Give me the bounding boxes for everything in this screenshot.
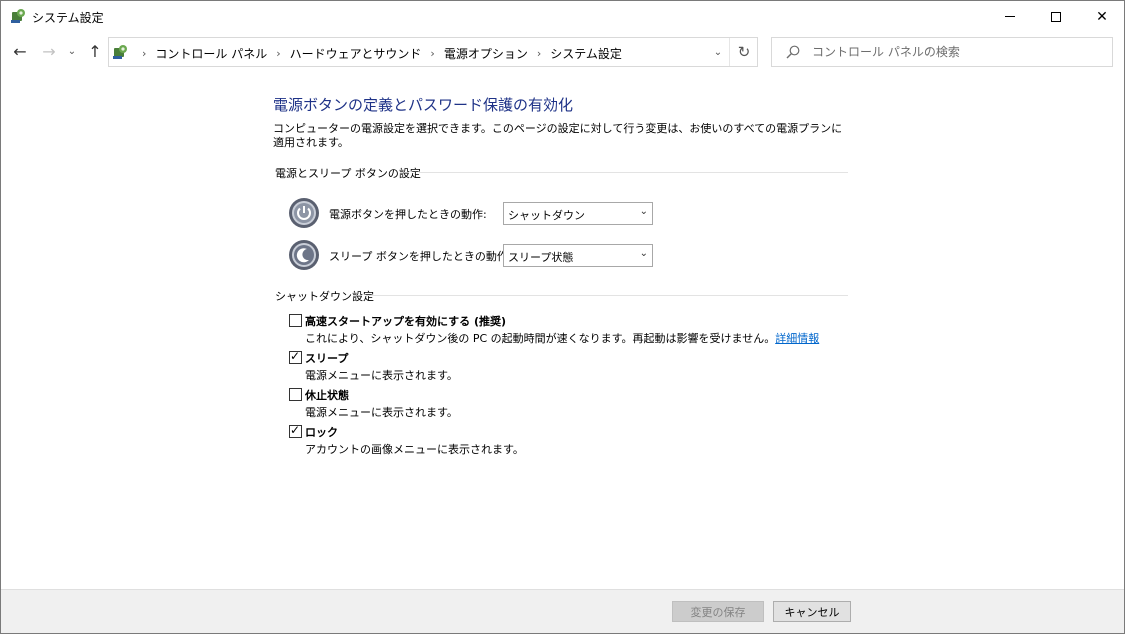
- shutdown-section-header: シャットダウン設定: [275, 288, 374, 304]
- search-icon: [786, 45, 800, 59]
- section-divider: [419, 172, 848, 173]
- checkmark-icon: ✓: [290, 349, 301, 363]
- sleep-title: スリープ: [305, 352, 349, 365]
- navigation-bar: ← → ⌄ ↑ › コントロール パネル › ハードウェアとサウンド › 電源オ…: [1, 34, 1124, 70]
- cancel-button[interactable]: キャンセル: [773, 601, 851, 622]
- page-description: コンピューターの電源設定を選択できます。このページの設定に対して行う変更は、お使…: [273, 122, 843, 149]
- up-arrow-icon: ↑: [88, 41, 102, 61]
- recent-locations-button[interactable]: ⌄: [65, 40, 79, 62]
- main-content: 電源ボタンの定義とパスワード保護の有効化 コンピューターの電源設定を選択できます…: [1, 71, 1124, 589]
- forward-arrow-icon: →: [42, 41, 56, 61]
- power-button-action-value: シャットダウン: [508, 209, 585, 222]
- chevron-down-icon: ⌄: [639, 206, 648, 217]
- breadcrumb-hardware-and-sound[interactable]: ハードウェアとサウンド: [290, 45, 422, 62]
- hibernate-description: 電源メニューに表示されます。: [305, 406, 458, 419]
- lock-title: ロック: [305, 426, 338, 439]
- back-button[interactable]: ←: [10, 40, 30, 62]
- refresh-button[interactable]: ↻: [731, 38, 757, 66]
- power-button-icon: [289, 198, 319, 228]
- refresh-icon: ↻: [737, 43, 751, 61]
- control-panel-icon: [113, 45, 127, 59]
- sleep-checkbox[interactable]: ✓: [289, 349, 302, 364]
- breadcrumb-system-settings[interactable]: システム設定: [550, 45, 622, 62]
- address-history-dropdown[interactable]: ⌄: [707, 38, 729, 66]
- learn-more-link[interactable]: 詳細情報: [775, 332, 819, 345]
- chevron-down-icon: ⌄: [67, 45, 77, 57]
- sleep-button-action-value: スリープ状態: [508, 251, 574, 264]
- lock-description: アカウントの画像メニューに表示されます。: [305, 443, 524, 456]
- window-title: システム設定: [32, 11, 104, 25]
- chevron-down-icon: ⌄: [639, 248, 648, 259]
- breadcrumb-control-panel[interactable]: コントロール パネル: [155, 45, 267, 62]
- search-box[interactable]: [771, 37, 1113, 67]
- search-input[interactable]: [810, 43, 1100, 61]
- fast-startup-description: これにより、シャットダウン後の PC の起動時間が速くなります。再起動は影響を受…: [305, 330, 819, 346]
- breadcrumb: › コントロール パネル › ハードウェアとサウンド › 電源オプション › シ…: [133, 45, 622, 62]
- sleep-button-label: スリープ ボタンを押したときの動作:: [329, 250, 512, 263]
- minimize-button[interactable]: [987, 1, 1033, 32]
- breadcrumb-separator-icon[interactable]: ›: [142, 47, 146, 60]
- hibernate-title: 休止状態: [305, 389, 349, 402]
- page-title: 電源ボタンの定義とパスワード保護の有効化: [273, 96, 574, 114]
- breadcrumb-power-options[interactable]: 電源オプション: [444, 45, 528, 62]
- breadcrumb-separator-icon[interactable]: ›: [430, 47, 434, 60]
- power-button-label: 電源ボタンを押したときの動作:: [329, 208, 487, 221]
- sleep-button-action-select[interactable]: スリープ状態 ⌄: [503, 244, 653, 267]
- breadcrumb-separator-icon[interactable]: ›: [537, 47, 541, 60]
- checkmark-icon: ✓: [290, 423, 301, 437]
- maximize-icon: [1051, 11, 1061, 22]
- power-sleep-section-header: 電源とスリープ ボタンの設定: [275, 165, 421, 181]
- shutdown-section-title: シャットダウン設定: [275, 290, 374, 303]
- fast-startup-desc-text: これにより、シャットダウン後の PC の起動時間が速くなります。再起動は影響を受…: [305, 332, 776, 345]
- control-panel-app-icon: [11, 9, 25, 23]
- power-sleep-section-title: 電源とスリープ ボタンの設定: [275, 167, 421, 180]
- footer: 変更の保存 キャンセル: [1, 590, 1124, 633]
- title-bar: システム設定 ✕: [1, 1, 1124, 32]
- fast-startup-title: 高速スタートアップを有効にする (推奨): [305, 315, 506, 328]
- forward-button[interactable]: →: [39, 40, 59, 62]
- address-bar[interactable]: › コントロール パネル › ハードウェアとサウンド › 電源オプション › シ…: [108, 37, 758, 67]
- sleep-button-icon: [289, 240, 319, 270]
- close-icon: ✕: [1096, 8, 1108, 25]
- section-divider: [366, 295, 848, 296]
- save-changes-button[interactable]: 変更の保存: [672, 601, 764, 622]
- system-settings-window: システム設定 ✕ ← → ⌄ ↑ › コントロール パネル › ハードウェアとサ…: [0, 0, 1125, 634]
- breadcrumb-separator-icon[interactable]: ›: [276, 47, 280, 60]
- address-divider: [729, 38, 730, 66]
- chevron-down-icon: ⌄: [713, 46, 723, 58]
- sleep-description: 電源メニューに表示されます。: [305, 369, 458, 382]
- hibernate-checkbox[interactable]: [289, 388, 302, 401]
- up-button[interactable]: ↑: [85, 40, 105, 62]
- minimize-icon: [1005, 16, 1015, 17]
- fast-startup-checkbox[interactable]: [289, 314, 302, 327]
- lock-checkbox[interactable]: ✓: [289, 423, 302, 438]
- maximize-button[interactable]: [1033, 1, 1079, 32]
- power-button-action-select[interactable]: シャットダウン ⌄: [503, 202, 653, 225]
- close-button[interactable]: ✕: [1079, 1, 1125, 32]
- back-arrow-icon: ←: [13, 41, 27, 61]
